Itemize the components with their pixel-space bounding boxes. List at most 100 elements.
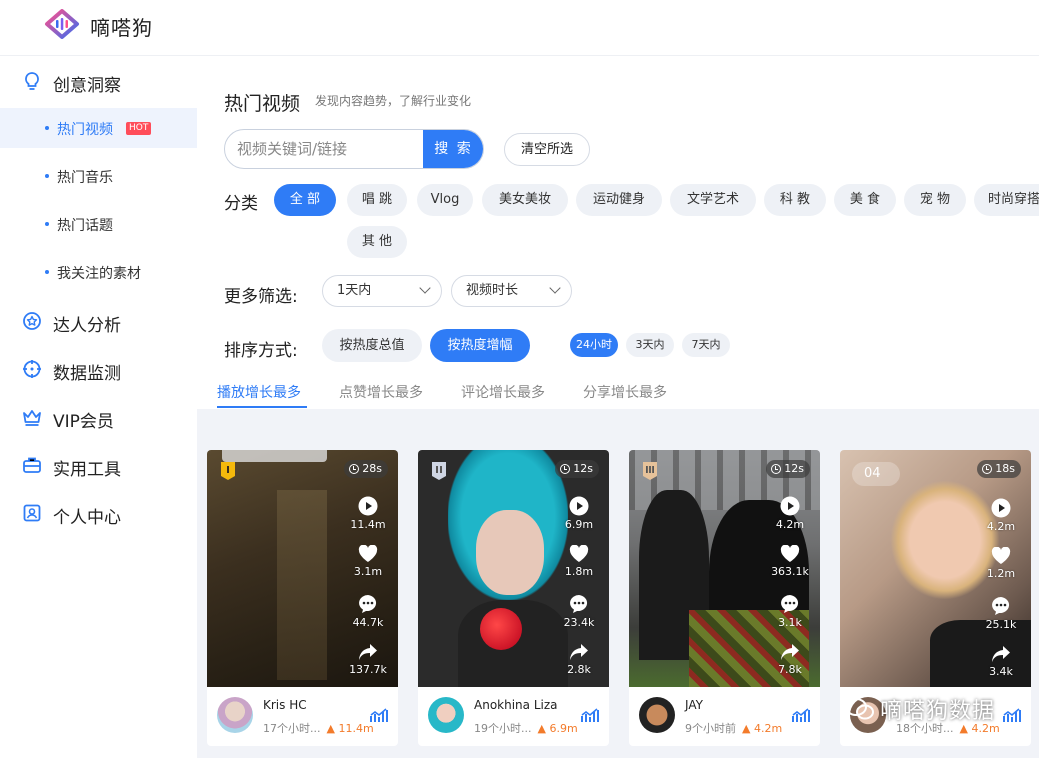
share-count: 2.8k — [557, 643, 601, 676]
sidebar-item-label: 实用工具 — [53, 460, 121, 480]
logo-icon[interactable] — [44, 9, 80, 39]
video-thumbnail[interactable]: 12s 6.9m 1.8m 23.4k 2.8k — [418, 450, 609, 687]
tab-share-growth[interactable]: 分享增长最多 — [583, 382, 667, 402]
duration-badge: 28s — [344, 460, 388, 478]
comment-count: 23.4k — [557, 594, 601, 629]
sidebar-subitem-hot-videos[interactable]: 热门视频 HOT — [0, 108, 197, 148]
sidebar-item-data-monitoring[interactable]: 数据监测 — [0, 349, 197, 389]
heart-icon — [569, 545, 589, 562]
post-time: 9个小时前 — [685, 722, 736, 735]
video-card[interactable]: 28s 11.4m 3.1m 44.7k 137.7k Kris HC 17个小… — [207, 450, 398, 746]
rank-1-icon — [221, 462, 235, 480]
filter-label: 更多筛选: — [224, 287, 298, 307]
tab-like-growth[interactable]: 点赞增长最多 — [339, 382, 423, 402]
sidebar-item-creative-insight[interactable]: 创意洞察 — [0, 61, 197, 101]
duration-badge: 12s — [766, 460, 810, 478]
share-count: 7.8k — [768, 643, 812, 676]
sidebar-item-vip[interactable]: VIP会员 — [0, 397, 197, 437]
play-icon — [991, 498, 1011, 518]
sidebar-item-personal-center[interactable]: 个人中心 — [0, 493, 197, 533]
sidebar-item-label: 数据监测 — [53, 364, 121, 384]
main-content: 热门视频 发现内容趋势，了解行业变化 搜 索 清空所选 分类 全 部 唱 跳 V… — [197, 57, 1039, 758]
duration-badge: 18s — [977, 460, 1021, 478]
category-chip-pets[interactable]: 宠 物 — [904, 184, 966, 216]
bullet-dot — [45, 174, 49, 178]
bullet-dot — [45, 126, 49, 130]
sidebar-subitem-label: 热门视频 — [57, 122, 113, 138]
sidebar-subitem-label: 热门话题 — [57, 218, 113, 234]
time-range-7d[interactable]: 7天内 — [682, 333, 730, 357]
time-range-24h[interactable]: 24小时 — [570, 333, 618, 357]
page-title: 热门视频 — [224, 93, 301, 115]
time-range-3d[interactable]: 3天内 — [626, 333, 674, 357]
comment-icon — [570, 595, 588, 613]
trend-chart-icon[interactable] — [792, 707, 810, 723]
video-card[interactable]: 12s 6.9m 1.8m 23.4k 2.8k Anokhina Liza 1… — [418, 450, 609, 746]
category-chip-all[interactable]: 全 部 — [274, 184, 336, 216]
play-icon — [569, 496, 589, 516]
tab-play-growth[interactable]: 播放增长最多 — [217, 382, 301, 402]
author-name[interactable]: Kris HC — [263, 698, 307, 712]
duration-filter-select[interactable]: 视频时长 — [451, 275, 572, 307]
play-count: 6.9m — [557, 496, 601, 531]
trend-chart-icon[interactable] — [370, 707, 388, 723]
tab-comment-growth[interactable]: 评论增长最多 — [461, 382, 545, 402]
play-count: 4.2m — [768, 496, 812, 531]
author-name[interactable]: Anokhina Liza — [474, 698, 558, 712]
sidebar-item-label: 创意洞察 — [53, 76, 121, 96]
avatar[interactable] — [639, 697, 675, 733]
video-info: Anokhina Liza 19个小时... ▲ 6.9m — [418, 687, 609, 746]
like-count: 1.8m — [557, 545, 601, 578]
category-chip-food[interactable]: 美 食 — [834, 184, 896, 216]
category-chip-sing-dance[interactable]: 唱 跳 — [347, 184, 407, 216]
sidebar-subitem-hot-topics[interactable]: 热门话题 — [0, 204, 197, 244]
avatar[interactable] — [217, 697, 253, 733]
category-chip-other[interactable]: 其 他 — [347, 226, 407, 258]
hallway-shape — [277, 490, 327, 680]
time-filter-select[interactable]: 1天内 — [322, 275, 442, 307]
clear-selection-button[interactable]: 清空所选 — [504, 133, 590, 166]
sidebar-subitem-hot-music[interactable]: 热门音乐 — [0, 156, 197, 196]
chevron-down-icon — [419, 282, 431, 294]
play-count: 4.2m — [979, 498, 1023, 533]
trend-chart-icon[interactable] — [1003, 707, 1021, 723]
sort-by-heat-growth[interactable]: 按热度增幅 — [430, 329, 530, 362]
author-name[interactable]: JAY — [685, 698, 703, 712]
play-icon — [780, 496, 800, 516]
top-bar: 嘀嗒狗 — [0, 0, 1039, 56]
brand-name[interactable]: 嘀嗒狗 — [90, 12, 153, 41]
sidebar-item-label: 达人分析 — [53, 316, 121, 336]
sidebar-item-tools[interactable]: 实用工具 — [0, 445, 197, 485]
sort-by-total-heat[interactable]: 按热度总值 — [322, 329, 422, 362]
toolbox-icon — [23, 457, 41, 473]
rank-number: 04 — [852, 462, 900, 486]
category-chip-vlog[interactable]: Vlog — [417, 184, 473, 216]
category-chip-literature-art[interactable]: 文学艺术 — [670, 184, 756, 216]
sidebar-item-label: 个人中心 — [53, 508, 121, 528]
chevron-down-icon — [549, 282, 561, 294]
like-count: 3.1m — [346, 545, 390, 578]
duration-badge: 12s — [555, 460, 599, 478]
star-badge-icon — [23, 312, 41, 330]
trend-chart-icon[interactable] — [581, 707, 599, 723]
video-card[interactable]: 12s 4.2m 363.1k 3.1k 7.8k JAY 9个小时前 ▲ 4.2… — [629, 450, 820, 746]
category-chip-fitness[interactable]: 运动健身 — [576, 184, 662, 216]
search-input[interactable] — [225, 130, 425, 168]
search-button[interactable]: 搜 索 — [423, 130, 483, 168]
category-chip-beauty[interactable]: 美女美妆 — [482, 184, 568, 216]
clock-icon — [982, 464, 993, 474]
avatar[interactable] — [428, 697, 464, 733]
user-card-icon — [23, 504, 41, 522]
comment-count: 3.1k — [768, 594, 812, 629]
rank-2-icon — [432, 462, 446, 480]
video-thumbnail[interactable]: 12s 4.2m 363.1k 3.1k 7.8k — [629, 450, 820, 687]
category-chip-fashion[interactable]: 时尚穿搭 — [974, 184, 1039, 216]
category-chip-science[interactable]: 科 教 — [764, 184, 826, 216]
sidebar-subitem-followed-materials[interactable]: 我关注的素材 — [0, 252, 197, 292]
share-icon — [992, 646, 1010, 662]
video-thumbnail[interactable]: 04 18s 4.2m 1.2m 25.1k 3.4k — [840, 450, 1031, 687]
like-count: 363.1k — [768, 545, 812, 578]
sidebar-item-influencer-analysis[interactable]: 达人分析 — [0, 301, 197, 341]
video-thumbnail[interactable]: 28s 11.4m 3.1m 44.7k 137.7k — [207, 450, 398, 687]
heart-icon — [358, 545, 378, 562]
